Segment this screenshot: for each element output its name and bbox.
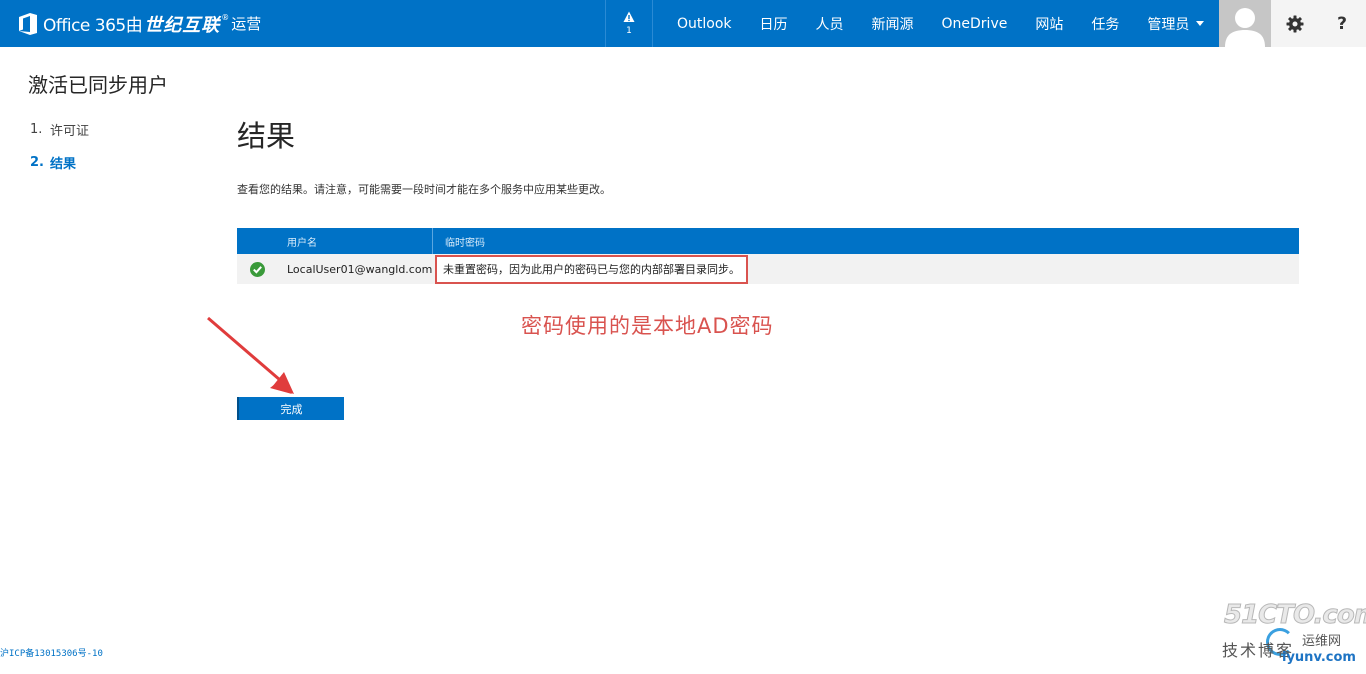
nav-people[interactable]: 人员 — [802, 14, 858, 34]
row-status — [237, 261, 277, 277]
brand-partner-text: 世纪互联 — [144, 14, 221, 36]
step-results[interactable]: 2. 结果 — [30, 146, 89, 179]
user-avatar[interactable] — [1219, 0, 1271, 47]
table-row: LocalUser01@wangld.com 未重置密码，因为此用户的密码已与您… — [237, 254, 1299, 284]
notifications-button[interactable]: 1 — [605, 0, 653, 47]
person-silhouette-icon — [1225, 8, 1265, 47]
nav-sites[interactable]: 网站 — [1021, 14, 1077, 34]
site-watermark: 51CTO.com 技术博客 运维网 iyunv.com — [1220, 600, 1366, 674]
results-description: 查看您的结果。请注意，可能需要一段时间才能在多个服务中应用某些更改。 — [237, 183, 611, 196]
check-circle-icon — [249, 261, 265, 277]
section-title: 结果 — [237, 119, 296, 153]
watermark-ops-net: 运维网 — [1302, 634, 1342, 649]
table-header: 用户名 临时密码 — [237, 228, 1299, 254]
brand-suffix-text: 运营 — [231, 15, 262, 33]
chevron-down-icon — [1196, 21, 1205, 26]
done-button[interactable]: 完成 — [237, 397, 344, 420]
brand-office-text: Office 365由 — [43, 16, 143, 36]
row-username: LocalUser01@wangld.com — [287, 262, 433, 276]
step-number: 2. — [30, 155, 44, 170]
gear-icon — [1286, 15, 1303, 32]
wizard-steps: 1. 许可证 2. 结果 — [30, 113, 89, 179]
header-username[interactable]: 用户名 — [277, 228, 433, 254]
nav-newsfeed[interactable]: 新闻源 — [858, 14, 928, 34]
settings-button[interactable] — [1271, 0, 1318, 47]
step-number: 1. — [30, 122, 43, 137]
watermark-51cto: 51CTO.com — [1224, 600, 1366, 631]
icp-license-text[interactable]: 沪ICP备13015306号-10 — [0, 646, 103, 659]
watermark-url: iyunv.com — [1282, 650, 1356, 665]
nav-outlook[interactable]: Outlook — [663, 16, 746, 32]
nav-admin-menu[interactable]: 管理员 — [1133, 14, 1218, 34]
notification-count: 1 — [626, 26, 632, 36]
step-label: 结果 — [50, 157, 77, 172]
alert-icon — [623, 11, 635, 22]
page-title: 激活已同步用户 — [28, 73, 168, 97]
top-navigation-bar: Office 365由 世纪互联 ® 运营 1 Outlook 日历 人员 新闻… — [0, 0, 1366, 47]
nav-admin-label: 管理员 — [1147, 16, 1190, 33]
nav-calendar[interactable]: 日历 — [746, 14, 802, 34]
app-nav: Outlook 日历 人员 新闻源 OneDrive 网站 任务 管理员 — [663, 0, 1218, 47]
row-password-note: 未重置密码，因为此用户的密码已与您的内部部署目录同步。 — [435, 254, 748, 284]
help-button[interactable]: ? — [1318, 0, 1366, 47]
annotation-text: 密码使用的是本地AD密码 — [521, 314, 774, 338]
step-label: 许可证 — [50, 124, 90, 139]
row-password-cell: 未重置密码，因为此用户的密码已与您的内部部署目录同步。 — [433, 254, 1299, 284]
brand-logo[interactable]: Office 365由 世纪互联 ® 运营 — [18, 0, 261, 47]
results-table: 用户名 临时密码 LocalUser01@wangld.com 未重置密码，因为… — [237, 228, 1299, 284]
step-license[interactable]: 1. 许可证 — [30, 113, 89, 146]
header-status — [237, 228, 277, 254]
nav-onedrive[interactable]: OneDrive — [928, 16, 1022, 32]
nav-tasks[interactable]: 任务 — [1077, 14, 1133, 34]
annotation-arrow — [207, 316, 294, 394]
header-temp-password[interactable]: 临时密码 — [433, 228, 1299, 254]
brand-registered-mark: ® — [221, 13, 230, 22]
office-logo-icon — [19, 12, 37, 35]
